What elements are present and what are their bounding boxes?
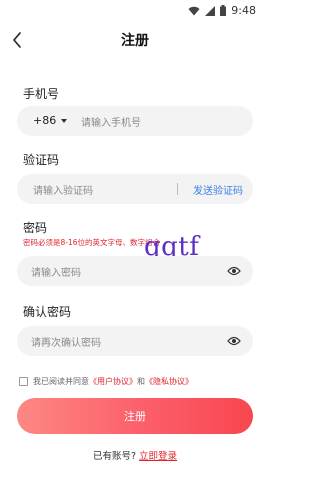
caret-down-icon[interactable] (61, 119, 67, 123)
login-link[interactable]: 立即登录 (139, 451, 177, 462)
eye-icon[interactable] (227, 336, 241, 346)
register-button[interactable]: 注册 (17, 398, 253, 434)
status-time: 9:48 (231, 4, 256, 17)
signal-icon (205, 5, 216, 16)
phone-input[interactable]: 请输入手机号 (81, 114, 141, 129)
password-input[interactable]: 请输入密码 (31, 264, 81, 279)
verify-code-label: 验证码 (23, 153, 60, 167)
login-prompt: 已有账号? 立即登录 (0, 448, 270, 462)
field-divider (177, 183, 178, 195)
verify-code-field[interactable]: 请输入验证码 发送验证码 (17, 174, 253, 204)
password-field[interactable]: 请输入密码 (17, 256, 253, 286)
privacy-policy-link[interactable]: 《隐私协议》 (145, 376, 193, 387)
agree-checkbox[interactable] (19, 377, 28, 386)
agreement-and: 和 (137, 377, 145, 386)
status-icons: 9:48 (188, 4, 256, 17)
status-bar: 9:48 (0, 0, 270, 22)
confirm-password-field[interactable]: 请再次确认密码 (17, 326, 253, 356)
send-code-button[interactable]: 发送验证码 (193, 182, 243, 197)
login-prompt-text: 已有账号? (92, 451, 136, 462)
phone-field[interactable]: +86 请输入手机号 (17, 106, 253, 136)
password-hint: 密码必须是8-16位的英文字母、数字组合 (23, 238, 161, 247)
wifi-icon (188, 6, 200, 15)
battery-icon (220, 5, 227, 16)
country-code-select[interactable]: +86 (33, 114, 56, 127)
agreement-prefix: 我已阅读并同意 (33, 377, 89, 386)
user-agreement-link[interactable]: 《用户协议》 (89, 376, 137, 387)
confirm-password-label: 确认密码 (23, 305, 72, 319)
page-title: 注册 (121, 33, 149, 49)
confirm-password-input[interactable]: 请再次确认密码 (31, 334, 101, 349)
password-label: 密码 (23, 221, 48, 235)
verify-code-input[interactable]: 请输入验证码 (33, 182, 93, 197)
eye-icon[interactable] (227, 266, 241, 276)
phone-label: 手机号 (23, 87, 60, 101)
agreement-row: 我已阅读并同意 《用户协议》 和 《隐私协议》 (19, 376, 193, 387)
header: 注册 (0, 26, 270, 54)
